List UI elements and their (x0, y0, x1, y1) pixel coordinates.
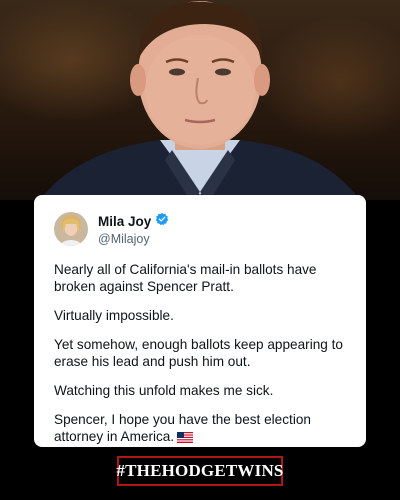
us-flag-icon (177, 430, 194, 447)
user-handle[interactable]: @Milajoy (98, 232, 169, 246)
tweet-body: Nearly all of California's mail-in ballo… (54, 261, 348, 447)
avatar[interactable] (54, 212, 88, 246)
tweet-paragraph: Virtually impossible. (54, 308, 174, 323)
header-photo (0, 0, 400, 200)
tweet-header: Mila Joy @Milajoy (54, 209, 348, 249)
verified-badge-icon (151, 212, 169, 231)
tweet-paragraph: Yet somehow, enough ballots keep appeari… (54, 337, 343, 369)
hashtag-banner: #THEHODGETWINS (116, 456, 284, 486)
hashtag-text: #THEHODGETWINS (116, 461, 284, 480)
tweet-card: Mila Joy @Milajoy Nearly all of Californ… (34, 195, 366, 447)
tweet-paragraph-last: Spencer, I hope you have the best electi… (54, 411, 348, 447)
tweet-paragraph: Nearly all of California's mail-in ballo… (54, 262, 317, 294)
tweet-paragraph: Watching this unfold makes me sick. (54, 383, 274, 398)
display-name[interactable]: Mila Joy (98, 214, 151, 229)
